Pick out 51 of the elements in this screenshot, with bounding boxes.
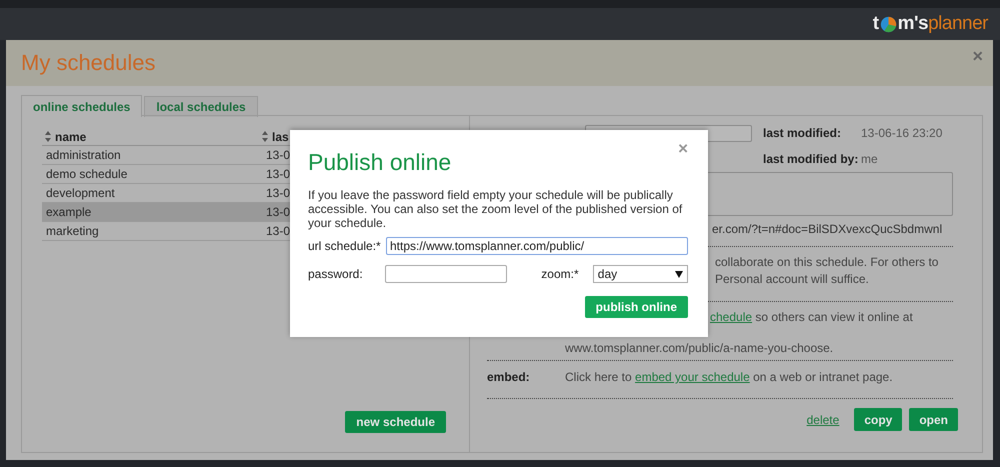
sort-icon[interactable]	[262, 131, 268, 142]
table-cell-text: marketing	[45, 224, 100, 238]
field-label: embed:	[487, 370, 531, 386]
table-cell: 13-0	[266, 186, 291, 200]
public-url-text: www.tomsplanner.com/public/a-name-you-choose.	[565, 341, 834, 355]
window-title: My schedules	[21, 50, 156, 76]
table-cell-text: administration	[45, 148, 122, 162]
delete-link[interactable]: delete	[806, 412, 840, 426]
globe-icon	[880, 16, 897, 32]
url-field[interactable]: https://www.tomsplanner.com/public/	[386, 237, 688, 255]
publish-text: chedule so others can view it online at	[710, 310, 913, 324]
table-row[interactable]: example 13-0	[42, 203, 291, 222]
logo-text: planner	[928, 13, 988, 35]
share-text: Personal account will suffice.	[715, 272, 870, 286]
open-button[interactable]: open	[909, 408, 958, 431]
publish-button[interactable]: publish online	[584, 296, 688, 318]
dialog-title: Publish online	[308, 149, 452, 176]
field-label: zoom:*	[541, 267, 580, 281]
caret-icon[interactable]	[675, 270, 683, 278]
column-header[interactable]: las	[272, 130, 289, 144]
table-cell: 13-0	[266, 167, 291, 181]
table-cell-text: demo schedule	[45, 167, 128, 181]
table-cell: 13-0	[266, 205, 291, 219]
column-header[interactable]: name	[55, 130, 86, 144]
tab[interactable]: local schedules	[144, 96, 258, 117]
table-cell-text: example	[45, 205, 92, 219]
embed-text: Click here to embed your schedule on a web or intranet page.	[565, 370, 893, 386]
logo-text: m's	[898, 13, 928, 35]
field-label: last modified by:	[763, 152, 860, 166]
table-cell-text: development	[45, 186, 116, 200]
field-value: 13-06-16 23:20	[861, 126, 942, 140]
copy-button[interactable]: copy	[854, 408, 902, 431]
close-button[interactable]: ×	[678, 139, 688, 159]
table-cell: 13-0	[266, 148, 291, 162]
password-field[interactable]	[385, 265, 508, 283]
field-value: me	[861, 152, 879, 166]
field-label: password:	[308, 267, 364, 281]
zoom-dropdown[interactable]: day	[592, 265, 688, 283]
share-text: collaborate on this schedule. For others to	[715, 255, 940, 269]
publish-link[interactable]: chedule	[710, 310, 752, 324]
schedule-url: er.com/?t=n#doc=BilSDXvexcQucSbdmwnl	[712, 222, 942, 236]
field-label: last modified:	[763, 126, 842, 140]
field-label: url schedule:*	[308, 239, 382, 253]
logo-text: t	[872, 13, 879, 35]
sort-icon[interactable]	[45, 131, 51, 142]
embed-link[interactable]: embed your schedule	[635, 370, 750, 384]
table-cell: 13-0	[266, 224, 291, 238]
new-schedule-button[interactable]: new schedule	[345, 411, 446, 433]
dialog-text: If you leave the password field empty your schedule will be publically accessible. You can also set the zoom level of the published version of your schedule.	[308, 188, 684, 230]
close-button[interactable]: ×	[972, 46, 983, 66]
tab[interactable]: online schedules	[21, 95, 142, 117]
